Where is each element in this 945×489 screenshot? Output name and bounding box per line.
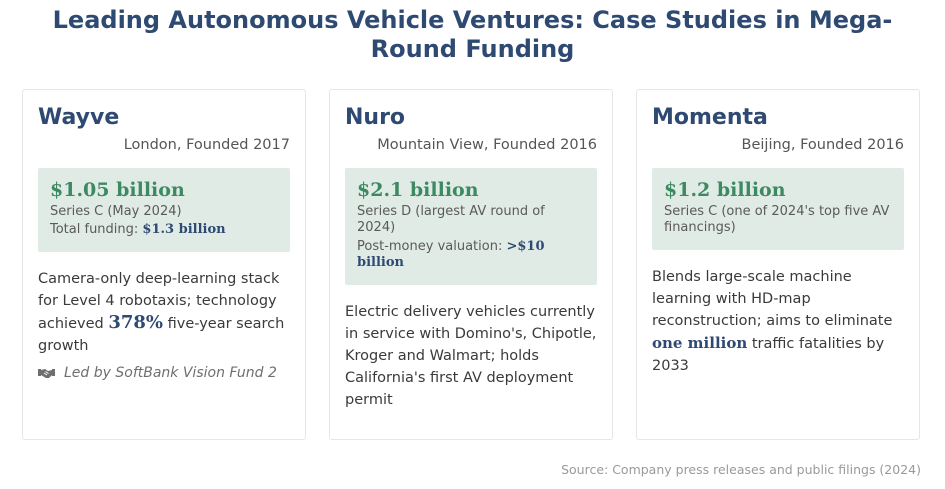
funding-round: Series C (one of 2024's top five AV fina… [664, 204, 890, 235]
description-highlight: one million [652, 334, 748, 352]
description-text: Blends large-scale machine learning with… [652, 269, 893, 329]
funding-amount: $2.1 billion [357, 179, 479, 201]
description-highlight: 378% [108, 312, 163, 333]
funding-extra-label: Post-money valuation: [357, 239, 507, 254]
funding-amount: $1.05 billion [50, 179, 185, 201]
funding-extra-value: $1.3 billion [142, 222, 226, 237]
funding-extra: Post-money valuation: >$10 billion [357, 239, 585, 271]
company-name: Wayve [38, 105, 120, 130]
funding-box: $1.05 billion Series C (May 2024) Total … [38, 168, 290, 252]
company-description: Electric delivery vehicles currently in … [345, 304, 597, 408]
funding-round: Series D (largest AV round of 2024) [357, 204, 545, 235]
funding-amount: $1.2 billion [664, 179, 786, 201]
funding-round: Series C (May 2024) [50, 204, 182, 219]
company-card-momenta: Momenta Beijing, Founded 2016 $1.2 billi… [636, 89, 920, 440]
handshake-icon [38, 369, 55, 378]
funding-extra: Total funding: $1.3 billion [50, 222, 278, 238]
page-title: Leading Autonomous Vehicle Ventures: Cas… [52, 6, 893, 63]
company-location: London, Founded 2017 [123, 137, 290, 153]
company-location: Beijing, Founded 2016 [741, 137, 904, 153]
lead-investor: Led by SoftBank Vision Fund 2 [38, 365, 290, 381]
funding-extra-label: Total funding: [50, 222, 143, 237]
company-location: Mountain View, Founded 2016 [377, 137, 597, 153]
company-card-wayve: Wayve London, Founded 2017 $1.05 billion… [22, 89, 306, 440]
source-note: Source: Company press releases and publi… [561, 462, 921, 477]
company-description: Camera-only deep-learning stack for Leve… [38, 268, 290, 357]
funding-box: $1.2 billion Series C (one of 2024's top… [652, 168, 904, 250]
funding-box: $2.1 billion Series D (largest AV round … [345, 168, 597, 285]
lead-investor-text: Led by SoftBank Vision Fund 2 [64, 365, 277, 381]
company-name: Nuro [345, 105, 406, 130]
company-name: Momenta [652, 105, 768, 130]
company-description: Blends large-scale machine learning with… [652, 266, 904, 377]
company-card-nuro: Nuro Mountain View, Founded 2016 $2.1 bi… [329, 89, 613, 440]
